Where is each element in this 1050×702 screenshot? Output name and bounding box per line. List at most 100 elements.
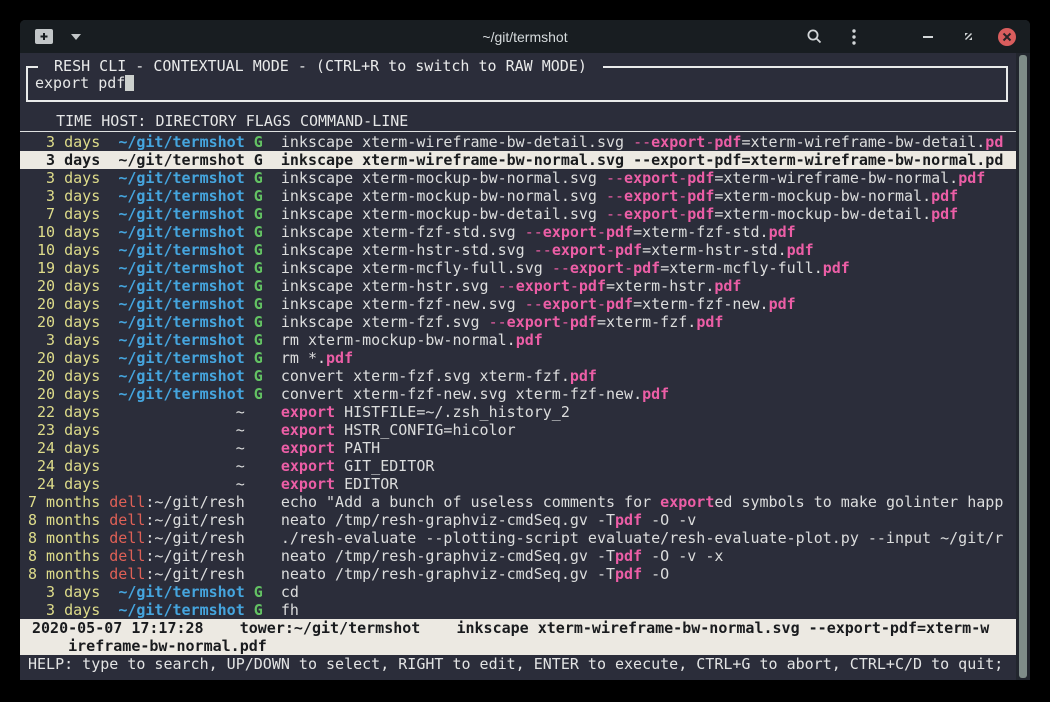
titlebar[interactable]: ~/git/termshot xyxy=(20,20,1030,53)
text-segment xyxy=(109,385,118,403)
history-row-selected[interactable]: 3 days ~/git/termshot G inkscape xterm-w… xyxy=(20,151,1016,169)
scrollbar-thumb[interactable] xyxy=(1019,55,1027,678)
new-tab-icon[interactable] xyxy=(34,27,54,47)
directory-cell: ~/git/termshot xyxy=(118,295,244,313)
command-segment: pdf xyxy=(714,151,741,169)
history-row[interactable]: 20 days ~/git/termshot G convert xterm-f… xyxy=(20,385,1016,403)
history-row[interactable]: 19 days ~/git/termshot G inkscape xterm-… xyxy=(20,259,1016,277)
time-cell: 24 days xyxy=(28,475,100,493)
text-segment xyxy=(109,223,118,241)
minimize-button[interactable] xyxy=(918,27,938,47)
text-segment xyxy=(263,313,281,331)
command-segment: convert xterm-fzf-new.svg xterm-fzf-new. xyxy=(281,385,642,403)
text-segment xyxy=(245,583,254,601)
history-row[interactable]: 23 days ~ export HSTR_CONFIG=hicolor xyxy=(20,421,1016,439)
scrollbar[interactable] xyxy=(1016,53,1030,680)
flags-cell xyxy=(254,565,263,583)
resh-search-box[interactable]: RESH CLI - CONTEXTUAL MODE - (CTRL+R to … xyxy=(26,66,1008,102)
flags-cell: G xyxy=(254,583,263,601)
history-row[interactable]: 22 days ~ export HISTFILE=~/.zsh_history… xyxy=(20,403,1016,421)
text-segment xyxy=(245,529,254,547)
history-row[interactable]: 7 days ~/git/termshot G inkscape xterm-m… xyxy=(20,205,1016,223)
history-row[interactable]: 20 days ~/git/termshot G inkscape xterm-… xyxy=(20,295,1016,313)
history-row[interactable]: 3 days ~/git/termshot G cd xyxy=(20,583,1016,601)
text-segment xyxy=(109,259,118,277)
command-segment: -- xyxy=(525,295,543,313)
text-segment xyxy=(245,313,254,331)
text-segment xyxy=(100,403,109,421)
command-segment: pdf xyxy=(823,259,850,277)
command-segment: - xyxy=(597,295,606,313)
command-segment: -O xyxy=(642,565,669,583)
text-segment xyxy=(100,331,109,349)
history-row[interactable]: 3 days ~/git/termshot G rm xterm-mockup-… xyxy=(20,331,1016,349)
text-segment xyxy=(100,439,109,457)
text-segment xyxy=(263,133,281,151)
directory-cell: ~ xyxy=(236,475,245,493)
command-segment: neato /tmp/resh-graphviz-cmdSeq.gv -T xyxy=(281,511,615,529)
command-segment: =xterm-mockup-bw-normal. xyxy=(714,187,931,205)
text-segment xyxy=(245,421,254,439)
text-segment xyxy=(245,457,254,475)
directory-cell: ~/git/termshot xyxy=(118,385,244,403)
command-segment: export xyxy=(651,133,705,151)
command-segment: ./resh-evaluate --plotting-script evalua… xyxy=(281,529,1003,547)
close-button[interactable] xyxy=(998,28,1016,46)
command-segment: GIT_EDITOR xyxy=(335,457,434,475)
directory-cell: ~/git/termshot xyxy=(118,133,244,151)
text-segment xyxy=(263,331,281,349)
history-row[interactable]: 24 days ~ export PATH xyxy=(20,439,1016,457)
text-segment xyxy=(245,493,254,511)
tab-chevron-down-icon[interactable] xyxy=(66,27,86,47)
history-row[interactable]: 20 days ~/git/termshot G inkscape xterm-… xyxy=(20,277,1016,295)
text-segment xyxy=(100,457,109,475)
command-segment: -- xyxy=(525,223,543,241)
flags-cell: G xyxy=(254,385,263,403)
directory-cell: :~/git/resh xyxy=(145,547,244,565)
restore-button[interactable] xyxy=(958,27,978,47)
history-row[interactable]: 10 days ~/git/termshot G inkscape xterm-… xyxy=(20,241,1016,259)
text-segment xyxy=(100,151,109,169)
history-row[interactable]: 8 months dell:~/git/resh ./resh-evaluate… xyxy=(20,529,1016,547)
directory-cell: ~/git/termshot xyxy=(118,583,244,601)
history-row[interactable]: 20 days ~/git/termshot G rm *.pdf xyxy=(20,349,1016,367)
command-segment: export xyxy=(660,493,714,511)
command-segment: EDITOR xyxy=(335,475,398,493)
command-segment: =xterm-hstr. xyxy=(606,277,714,295)
text-segment xyxy=(100,259,109,277)
command-segment: - xyxy=(606,241,615,259)
directory-cell: dell xyxy=(109,493,145,511)
history-row[interactable]: 3 days ~/git/termshot G fh xyxy=(20,601,1016,619)
search-icon[interactable] xyxy=(804,27,824,47)
history-row[interactable]: 7 months dell:~/git/resh echo "Add a bun… xyxy=(20,493,1016,511)
history-row[interactable]: 20 days ~/git/termshot G inkscape xterm-… xyxy=(20,313,1016,331)
history-row[interactable]: 8 months dell:~/git/resh neato /tmp/resh… xyxy=(20,511,1016,529)
directory-cell: ~/git/termshot xyxy=(118,349,244,367)
history-row[interactable]: 3 days ~/git/termshot G inkscape xterm-m… xyxy=(20,187,1016,205)
command-segment: export xyxy=(281,457,335,475)
text-segment xyxy=(263,421,281,439)
command-segment: neato /tmp/resh-graphviz-cmdSeq.gv -T xyxy=(281,547,615,565)
flags-cell: G xyxy=(254,169,263,187)
history-row[interactable]: 8 months dell:~/git/resh neato /tmp/resh… xyxy=(20,565,1016,583)
time-cell: 20 days xyxy=(28,313,100,331)
history-row[interactable]: 3 days ~/git/termshot G inkscape xterm-w… xyxy=(20,133,1016,151)
text-segment xyxy=(263,205,281,223)
text-segment xyxy=(263,475,281,493)
history-row[interactable]: 20 days ~/git/termshot G convert xterm-f… xyxy=(20,367,1016,385)
command-segment: pd xyxy=(985,151,1003,169)
flags-cell: G xyxy=(254,133,263,151)
directory-cell: ~/git/termshot xyxy=(118,601,244,619)
terminal-content: RESH CLI - CONTEXTUAL MODE - (CTRL+R to … xyxy=(20,53,1030,680)
text-segment xyxy=(109,349,118,367)
menu-kebab-icon[interactable] xyxy=(844,27,864,47)
history-row[interactable]: 24 days ~ export GIT_EDITOR xyxy=(20,457,1016,475)
text-segment xyxy=(109,331,118,349)
history-row[interactable]: 3 days ~/git/termshot G inkscape xterm-m… xyxy=(20,169,1016,187)
history-row[interactable]: 10 days ~/git/termshot G inkscape xterm-… xyxy=(20,223,1016,241)
history-row[interactable]: 8 months dell:~/git/resh neato /tmp/resh… xyxy=(20,547,1016,565)
command-segment: pdf xyxy=(931,187,958,205)
history-row[interactable]: 24 days ~ export EDITOR xyxy=(20,475,1016,493)
text-segment xyxy=(263,367,281,385)
flags-cell: G xyxy=(254,313,263,331)
